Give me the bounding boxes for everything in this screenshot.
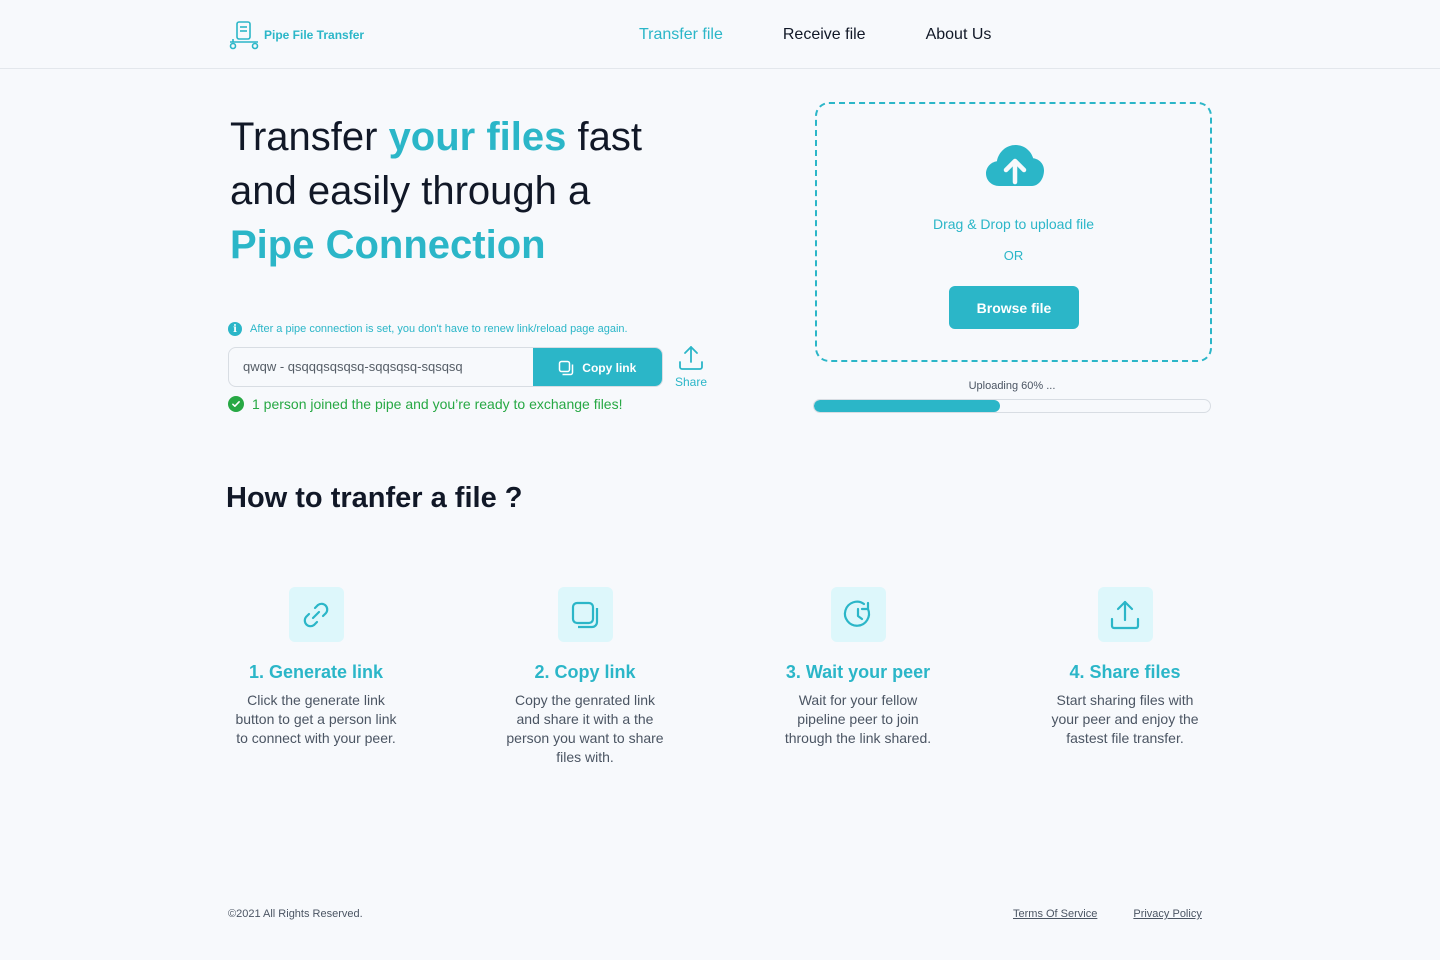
share-icon — [679, 346, 703, 370]
step-description: Wait for your fellow pipeline peer to jo… — [784, 692, 932, 746]
step-wait-peer: 3. Wait your peer Wait for your fellow p… — [758, 587, 958, 748]
main-nav: Transfer file Receive file About Us — [639, 24, 1051, 46]
nav-transfer-file[interactable]: Transfer file — [639, 24, 723, 46]
terms-of-service-link[interactable]: Terms Of Service — [1013, 908, 1097, 920]
pipe-link-box: Copy link — [228, 347, 663, 387]
nav-receive-file[interactable]: Receive file — [783, 24, 866, 46]
step-description: Copy the genrated link and share it with… — [506, 692, 664, 765]
truck-logo-icon — [229, 21, 259, 50]
file-dropzone[interactable]: Drag & Drop to upload file OR Browse fil… — [815, 102, 1212, 362]
link-icon — [303, 602, 329, 627]
step-title: 1. Generate link — [248, 662, 384, 682]
step-generate-link: 1. Generate link Click the generate link… — [216, 587, 416, 748]
browse-file-button[interactable]: Browse file — [949, 286, 1079, 329]
upload-progress-fill — [814, 400, 1001, 412]
upload-progress-bar — [813, 399, 1211, 413]
hero-title: Transfer your files fast and easily thro… — [230, 110, 750, 272]
drag-drop-text: Drag & Drop to upload file — [932, 216, 1095, 232]
howto-title: How to tranfer a file ? — [226, 482, 523, 514]
step-title: 3. Wait your peer — [785, 662, 931, 682]
copyright-text: ©2021 All Rights Reserved. — [228, 908, 363, 920]
info-message: i After a pipe connection is set, you do… — [228, 322, 628, 336]
hero-highlight: Pipe Connection — [230, 223, 546, 267]
clock-icon — [843, 600, 871, 627]
step-icon-box — [557, 587, 613, 642]
pipe-link-input[interactable] — [229, 348, 533, 386]
header: Pipe File Transfer Transfer file Receive… — [0, 0, 1440, 69]
hero-text-part: Transfer — [230, 115, 389, 159]
info-text: After a pipe connection is set, you don'… — [250, 323, 628, 335]
step-icon-box — [830, 587, 886, 642]
brand-name: Pipe File Transfer — [264, 28, 365, 42]
upload-status: Uploading 60% ... — [968, 380, 1056, 392]
copy-icon — [559, 360, 574, 376]
logo[interactable]: Pipe File Transfer — [228, 20, 364, 50]
share-label: Share — [675, 375, 708, 389]
upload-icon — [1110, 600, 1140, 629]
step-icon-box — [1097, 587, 1153, 642]
step-icon-box — [288, 587, 344, 642]
copy-link-button[interactable]: Copy link — [532, 348, 662, 386]
hero-text-part: and easily through a — [230, 169, 591, 213]
step-description: Start sharing files with your peer and e… — [1051, 692, 1199, 746]
copy-link-label: Copy link — [582, 361, 637, 375]
hero-text-part: fast — [566, 115, 642, 159]
success-text: 1 person joined the pipe and you’re read… — [252, 396, 623, 412]
info-icon: i — [228, 322, 242, 336]
cloud-upload-icon — [986, 145, 1044, 186]
privacy-policy-link[interactable]: Privacy Policy — [1133, 908, 1201, 920]
footer-links: Terms Of Service Privacy Policy — [1013, 908, 1238, 920]
share-button[interactable]: Share — [675, 344, 707, 389]
check-circle-icon — [228, 396, 244, 412]
copy-icon — [571, 601, 599, 628]
step-share-files: 4. Share files Start sharing files with … — [1025, 587, 1225, 748]
step-title: 2. Copy link — [534, 662, 636, 682]
step-description: Click the generate link button to get a … — [235, 692, 397, 746]
success-message: 1 person joined the pipe and you’re read… — [228, 396, 622, 412]
or-text: OR — [1003, 248, 1024, 263]
nav-about-us[interactable]: About Us — [926, 24, 992, 46]
step-copy-link: 2. Copy link Copy the genrated link and … — [485, 587, 685, 767]
hero-highlight: your files — [388, 115, 567, 159]
step-title: 4. Share files — [1069, 662, 1181, 682]
